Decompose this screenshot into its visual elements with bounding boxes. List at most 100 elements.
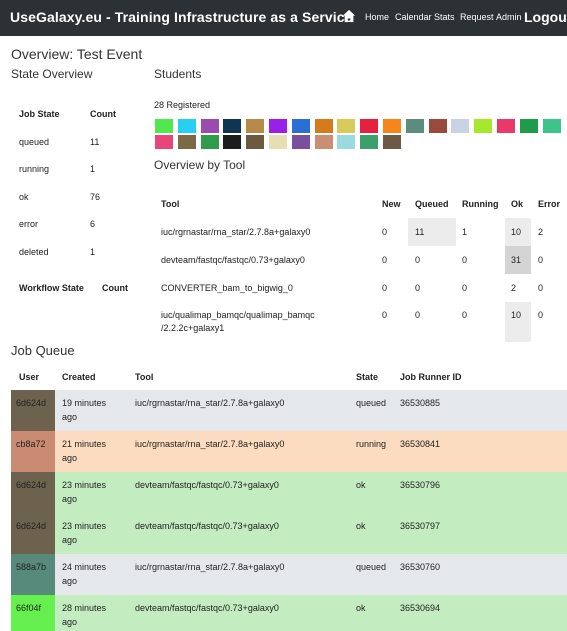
job-user-id: 588a7b (16, 562, 47, 572)
student-swatch (200, 119, 219, 133)
tool-queued-count: 0 (415, 310, 421, 320)
job-state: running (356, 439, 387, 449)
tool-new-count: 0 (382, 255, 388, 265)
tool-running-count: 0 (462, 310, 468, 320)
student-swatch (542, 119, 561, 133)
student-swatch (177, 119, 196, 133)
student-swatch (223, 135, 242, 149)
job-state: ok (356, 603, 366, 613)
job-created: 19 minutes (62, 398, 107, 408)
job-user-id: 6d624d (16, 521, 47, 531)
tool-new-count: 0 (382, 283, 388, 293)
state-label: error (19, 219, 39, 229)
job-created: 21 minutes (62, 439, 107, 449)
job-queue-title: Job Queue (11, 343, 75, 358)
student-swatch (155, 135, 173, 149)
student-swatch (337, 119, 356, 133)
job-queue-row: cb8a72 21 minutes ago iuc/rgrnastar/rna_sta… (11, 431, 567, 472)
tool-name-cont: /2.2.2c+galaxy1 (161, 323, 225, 333)
job-tool: devteam/fastqc/fastqc/0.73+galaxy0 (135, 521, 279, 531)
state-label: running (19, 164, 50, 174)
job-created: 23 minutes (62, 480, 107, 490)
job-user-id: 66f04f (16, 603, 42, 613)
student-swatch (360, 135, 379, 149)
job-user-id: cb8a72 (16, 439, 46, 449)
job-tool: iuc/rgrnastar/rna_star/2.7.8a+galaxy0 (135, 562, 285, 572)
created-col-header: Created (62, 372, 96, 382)
tool-queued-count: 0 (415, 255, 421, 265)
tool-running-count: 0 (462, 283, 468, 293)
tool-ok-count: 2 (511, 283, 517, 293)
student-swatch (155, 119, 173, 133)
student-swatch (405, 119, 424, 133)
tool-new-count: 0 (382, 227, 388, 237)
ok-highlight (505, 302, 531, 342)
nav-home-link[interactable]: Home (365, 12, 389, 22)
tool-running-count: 1 (462, 227, 468, 237)
tool-ok-count: 10 (511, 310, 522, 320)
student-swatch (223, 119, 242, 133)
job-runner-id: 36530885 (400, 398, 441, 408)
tool-ok-count: 31 (511, 255, 522, 265)
state-col-header: State (356, 372, 379, 382)
student-swatch (451, 119, 470, 133)
student-swatch (314, 135, 333, 149)
job-runner-id: 36530841 (400, 439, 441, 449)
job-queue-row: 66f04f 28 minutes ago devteam/fastqc/fastqc… (11, 595, 567, 631)
job-state: queued (356, 562, 387, 572)
job-tool: devteam/fastqc/fastqc/0.73+galaxy0 (135, 603, 279, 613)
job-created: ago (62, 494, 78, 504)
job-runner-id: 36530796 (400, 480, 441, 490)
students-title: Students (154, 67, 202, 81)
tool-queued-count: 0 (415, 283, 421, 293)
ok-col-header: Ok (511, 199, 524, 209)
tool-col-header: Tool (135, 372, 154, 382)
nav-request-link[interactable]: Request (460, 12, 494, 22)
nav-stats-link[interactable]: Stats (434, 12, 455, 22)
tool-error-count: 2 (538, 227, 544, 237)
error-col-header: Error (538, 199, 561, 209)
student-swatch (246, 135, 265, 149)
home-icon[interactable] (342, 9, 356, 23)
state-label: queued (19, 137, 50, 147)
student-swatch (383, 119, 401, 133)
job-tool: devteam/fastqc/fastqc/0.73+galaxy0 (135, 480, 279, 490)
job-user-id: 6d624d (16, 398, 47, 408)
tool-name: CONVERTER_bam_to_bigwig_0 (161, 283, 293, 293)
job-created: ago (62, 535, 78, 545)
nav-calendar-link[interactable]: Calendar (395, 12, 432, 22)
user-col-header: User (19, 372, 40, 382)
job-user-id: 6d624d (16, 480, 47, 490)
tool-queued-count: 11 (415, 227, 425, 237)
job-runner-id: 36530797 (400, 521, 441, 531)
logout-link[interactable]: Logout (524, 9, 567, 25)
tool-error-count: 0 (538, 255, 544, 265)
job-queue-row: 6d624d 23 minutes ago devteam/fastqc/fastqc… (11, 513, 567, 554)
job-created: ago (62, 453, 78, 463)
job-tool: iuc/rgrnastar/rna_star/2.7.8a+galaxy0 (135, 398, 285, 408)
brand-title[interactable]: UseGalaxy.eu - Training Infrastructure a… (10, 9, 353, 25)
workflow-state-header: Workflow State (19, 283, 84, 293)
queued-col-header: Queued (415, 199, 449, 209)
workflow-count-header: Count (102, 283, 128, 293)
job-created: ago (62, 617, 78, 627)
student-swatch (383, 135, 401, 149)
job-created: 24 minutes (62, 562, 107, 572)
tool-error-count: 0 (538, 283, 544, 293)
top-navbar: UseGalaxy.eu - Training Infrastructure a… (0, 0, 567, 36)
job-state-header: Job State (19, 109, 60, 119)
state-label: deleted (19, 247, 49, 257)
running-col-header: Running (462, 199, 499, 209)
registered-count: 28 Registered (154, 100, 211, 110)
tool-name: iuc/qualimap_bamqc/qualimap_bamqc (161, 310, 315, 320)
nav-admin-link[interactable]: Admin (496, 12, 522, 22)
job-created: 23 minutes (62, 521, 107, 531)
student-swatch (269, 135, 287, 149)
job-queue-row: 588a7b 24 minutes ago iuc/rgrnastar/rna_sta… (11, 554, 567, 595)
job-created: ago (62, 412, 78, 422)
student-swatch (360, 119, 379, 133)
job-created: ago (62, 576, 78, 586)
student-swatch (246, 119, 265, 133)
tool-name: iuc/rgrnastar/rna_star/2.7.8a+galaxy0 (161, 227, 311, 237)
job-state: ok (356, 480, 366, 490)
